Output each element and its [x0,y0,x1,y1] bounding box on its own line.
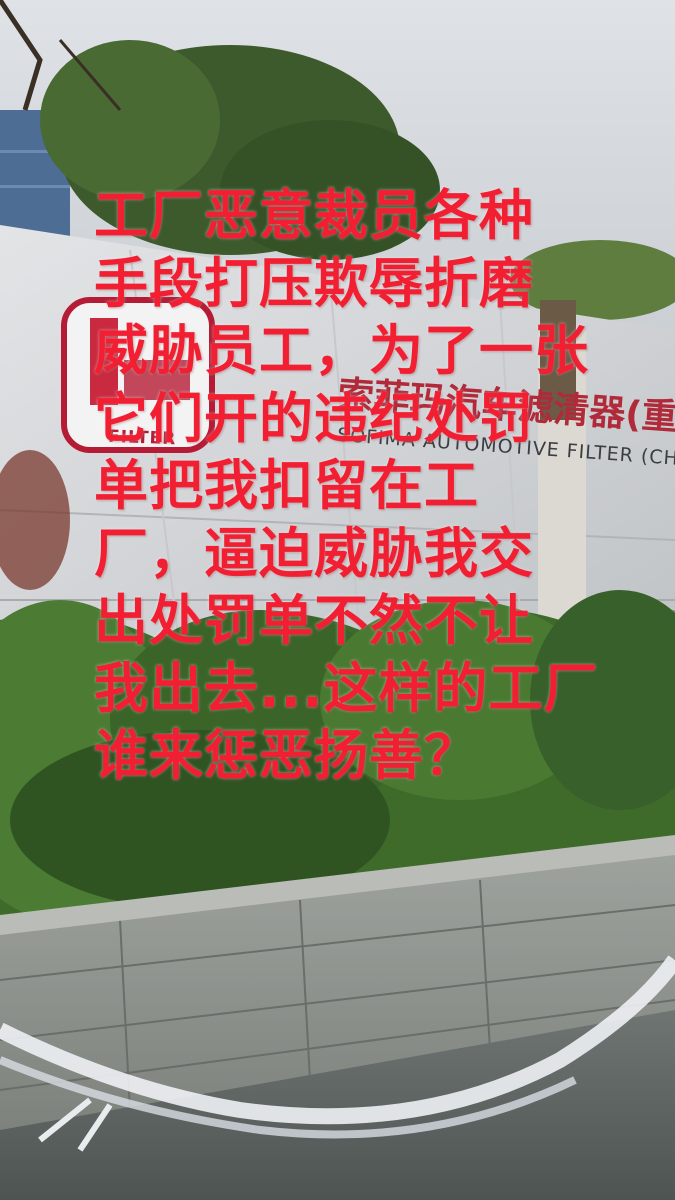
caption-line-2: 手段打压欺辱折磨 [94,251,534,315]
caption-line-5: 单把我扣留在工 [94,454,479,517]
caption-line-3: 威胁员工，为了一张 [94,319,589,382]
caption-line-6: 厂，逼迫威胁我交 [94,521,534,585]
caption-overlay: 工厂恶意裁员各种 手段打压欺辱折磨 威胁员工，为了一张 它们开的违纪处罚 单把我… [94,182,654,790]
caption-line-8: 我出去...这样的工厂 [94,656,599,720]
caption-line-4: 它们开的违纪处罚 [94,386,534,450]
caption-line-1: 工厂恶意裁员各种 [94,184,534,247]
caption-line-9: 谁来惩恶扬善？ [94,724,479,787]
caption-line-7: 出处罚单不然不让 [94,589,534,652]
photo-scene: FILTER 索菲玛汽车滤清器(重庆 SOFIMA AUTOMOTIVE FIL… [0,0,675,1200]
